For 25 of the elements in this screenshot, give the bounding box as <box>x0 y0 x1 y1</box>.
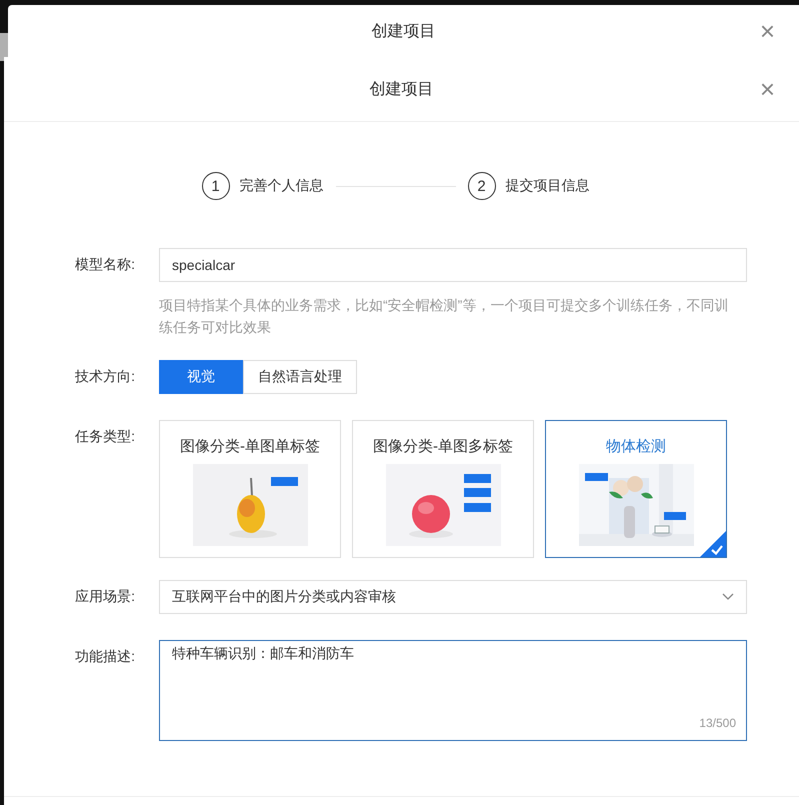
step-label: 提交项目信息 <box>506 177 590 195</box>
task-type-card[interactable]: 图像分类-单图多标签 <box>352 420 534 558</box>
field-label: 模型名称: <box>74 255 136 274</box>
backdrop-panel <box>0 33 8 61</box>
task-type-card[interactable]: 物体检测 <box>545 420 727 558</box>
step-number: 2 <box>468 172 496 200</box>
check-icon <box>700 531 726 557</box>
scenario-select[interactable]: 互联网平台中的图片分类或内容审核 <box>159 580 747 614</box>
model-name-field[interactable]: specialcar <box>159 248 747 282</box>
hint-text: 项目特指某个具体的业务需求，比如“安全帽检测”等，一个项目可提交多个训练任务，不同训练任务可对比效果 <box>159 296 730 337</box>
direction-option[interactable]: 自然语言处理 <box>243 360 357 394</box>
character-counter: 13/500 <box>699 716 736 730</box>
field-label: 功能描述: <box>74 647 136 666</box>
field-label: 应用场景: <box>74 587 136 606</box>
dialog-title: 创建项目 <box>370 80 434 100</box>
dialog-title: 创建项目 <box>372 22 436 42</box>
field-label: 任务类型: <box>74 427 136 446</box>
task-type-card[interactable]: 图像分类-单图单标签 <box>159 420 341 558</box>
close-button[interactable]: × <box>756 76 779 102</box>
direction-option[interactable]: 视觉 <box>159 360 243 394</box>
close-button[interactable]: × <box>756 18 779 44</box>
field-label: 技术方向: <box>74 367 136 386</box>
step-label: 完善个人信息 <box>240 177 324 195</box>
chevron-down-icon <box>722 593 734 601</box>
step-number: 1 <box>202 172 230 200</box>
